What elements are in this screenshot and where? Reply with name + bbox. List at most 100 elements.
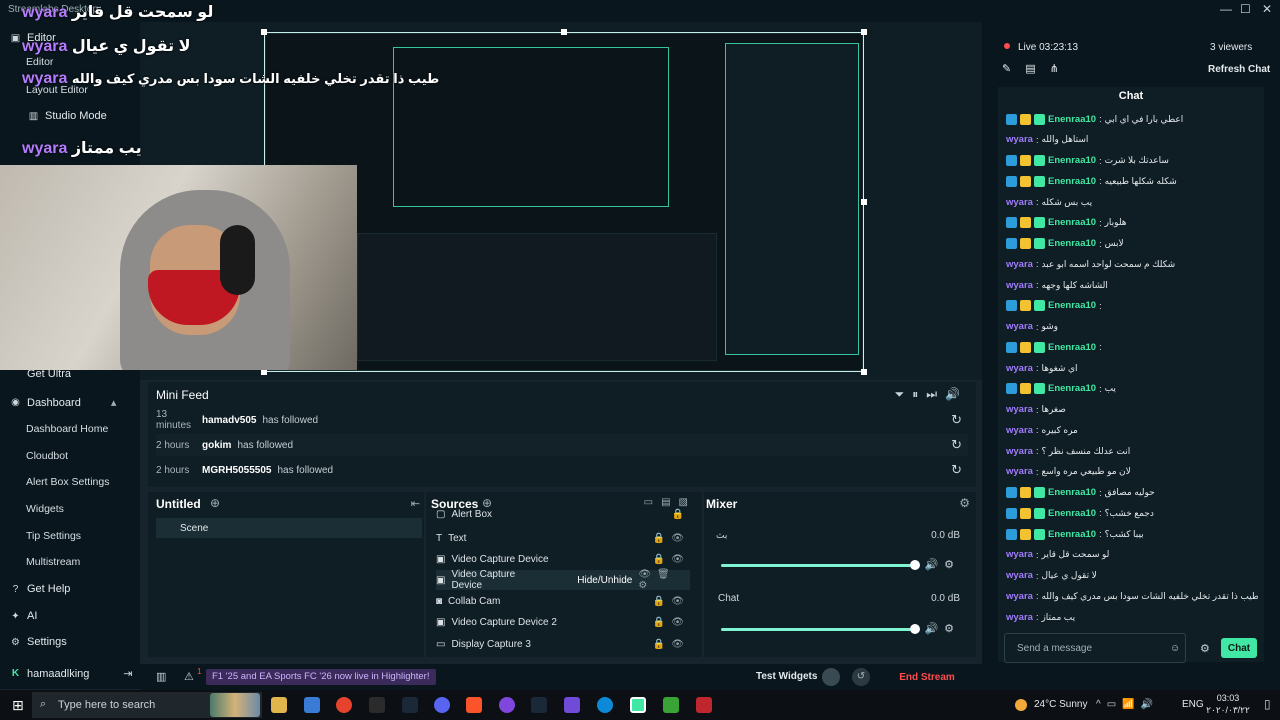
minimize-button[interactable]: —	[1220, 2, 1232, 16]
lock-visibility-icons[interactable]: 🔒👁	[653, 554, 690, 565]
scene-item[interactable]: Scene	[156, 518, 422, 538]
app-icon[interactable]	[369, 697, 385, 713]
sidebar-item-get-help[interactable]: ? Get Help	[10, 583, 71, 595]
sidebar-item-cloudbot[interactable]: Cloudbot	[26, 450, 68, 462]
sidebar-item-dashboard-home[interactable]: Dashboard Home	[26, 423, 108, 435]
mixer-settings-icon[interactable]: ⚙	[959, 496, 970, 510]
lock-visibility-icons[interactable]: 🔒👁	[653, 639, 690, 650]
notifications-icon[interactable]: ▯	[1264, 697, 1271, 711]
clock-date[interactable]: ٢٠٢٠/٠٣/٢٢	[1200, 705, 1256, 716]
volume-slider[interactable]	[721, 628, 915, 631]
close-button[interactable]: ✕	[1262, 2, 1272, 16]
chat-username[interactable]: Enenraa10	[1048, 176, 1096, 187]
sidebar-item-settings[interactable]: ⚙ Settings	[10, 636, 67, 648]
sidebar-item-dashboard[interactable]: ◉ Dashboard ▴	[10, 396, 116, 410]
refresh-icon[interactable]: ↻	[951, 412, 962, 428]
source-item[interactable]: ▣ Video Capture Device 🔒👁	[436, 549, 690, 569]
sidebar-item-multistream[interactable]: Multistream	[26, 556, 80, 568]
source-actions-icons[interactable]: 👁🗑⚙	[638, 569, 690, 591]
rec-button[interactable]	[822, 668, 840, 686]
maximize-button[interactable]: ☐	[1240, 2, 1251, 16]
lock-visibility-icons[interactable]: 🔒👁	[653, 596, 690, 607]
weather-text[interactable]: 24°C Sunny	[1034, 699, 1087, 710]
scene-collection-title[interactable]: Untitled	[156, 497, 201, 511]
clock-time[interactable]: 03:03	[1208, 693, 1248, 703]
logout-icon[interactable]: ⇥	[123, 667, 132, 680]
chat-username[interactable]: wyara	[1006, 549, 1033, 560]
chat-username[interactable]: wyara	[1006, 446, 1033, 457]
mini-feed-controls[interactable]: ⏷⏸⏭🔊	[895, 387, 968, 402]
chat-username[interactable]: Enenraa10	[1048, 114, 1096, 125]
chat-username[interactable]: Enenraa10	[1048, 238, 1096, 249]
source-item-selected[interactable]: ▣ Video Capture Device Hide/Unhide 👁🗑⚙	[436, 569, 690, 591]
edge-icon[interactable]	[597, 697, 613, 713]
sidebar-item-ai[interactable]: ✦ AI	[10, 610, 37, 622]
app-icon[interactable]	[499, 697, 515, 713]
chat-username[interactable]: wyara	[1006, 321, 1033, 332]
app-icon[interactable]	[564, 697, 580, 713]
chat-username[interactable]: wyara	[1006, 134, 1033, 145]
webcam-feed[interactable]	[0, 165, 357, 370]
volume-slider[interactable]	[721, 564, 915, 567]
steam-icon[interactable]	[531, 697, 547, 713]
add-scene-icon[interactable]: ⊕	[210, 496, 220, 510]
chat-username[interactable]: wyara	[1006, 280, 1033, 291]
chat-username[interactable]: Enenraa10	[1048, 383, 1096, 394]
source-item[interactable]: ▭ Display Capture 3 🔒👁	[436, 634, 690, 654]
refresh-icon[interactable]: ↻	[951, 437, 962, 453]
source-item[interactable]: ▣ Video Capture Device 2 🔒👁	[436, 612, 690, 632]
chat-username[interactable]: Enenraa10	[1048, 217, 1096, 228]
lock-visibility-icons[interactable]: 🔒👁	[653, 533, 690, 544]
tray-icons[interactable]: ^▭📶🔊	[1096, 699, 1159, 710]
lock-visibility-icons[interactable]: 🔒	[672, 509, 690, 520]
mute-settings-icons[interactable]: 🔊⚙	[924, 558, 960, 571]
chat-username[interactable]: Enenraa10	[1048, 155, 1096, 166]
chat-username[interactable]: wyara	[1006, 363, 1033, 374]
store-icon[interactable]	[304, 697, 320, 713]
chat-tools-icons[interactable]: ✎▤⋔	[1002, 62, 1073, 75]
alert-icon[interactable]: ⚠	[184, 670, 194, 683]
volume-knob[interactable]	[910, 560, 920, 570]
streamlabs-icon[interactable]	[630, 697, 646, 713]
chat-username[interactable]: Enenraa10	[1048, 300, 1096, 311]
chat-username[interactable]: Enenraa10	[1048, 342, 1096, 353]
source-item[interactable]: ▢ Alert Box 🔒	[436, 508, 690, 520]
stats-icon[interactable]: ▥	[156, 670, 166, 683]
replay-buffer-icon[interactable]: ↺	[852, 668, 870, 686]
emoji-icon[interactable]: ☺	[1170, 643, 1180, 654]
source-folder-icons[interactable]: ▭▤▧	[644, 497, 696, 508]
windows-start-icon[interactable]: ⊞	[12, 697, 24, 714]
volume-knob[interactable]	[910, 624, 920, 634]
mute-settings-icons[interactable]: 🔊⚙	[924, 622, 960, 635]
source-item[interactable]: T Text 🔒👁	[436, 528, 690, 548]
chat-username[interactable]: wyara	[1006, 466, 1033, 477]
highlighter-promo[interactable]: F1 '25 and EA Sports FC '26 now live in …	[206, 669, 436, 685]
sidebar-user[interactable]: Khamaadlking ⇥	[10, 667, 133, 681]
chat-input[interactable]: Send a message	[1004, 633, 1186, 663]
file-explorer-icon[interactable]	[271, 697, 287, 713]
chat-username[interactable]: wyara	[1006, 612, 1033, 623]
sidebar-item-alert-box-settings[interactable]: Alert Box Settings	[26, 476, 109, 488]
chat-settings-icon[interactable]: ⚙	[1200, 642, 1210, 655]
chat-username[interactable]: Enenraa10	[1048, 508, 1096, 519]
chat-username[interactable]: wyara	[1006, 197, 1033, 208]
refresh-chat-button[interactable]: Refresh Chat	[1208, 64, 1270, 75]
chat-username[interactable]: wyara	[1006, 570, 1033, 581]
steam-icon[interactable]	[402, 697, 418, 713]
chrome-icon[interactable]	[336, 697, 352, 713]
chat-username[interactable]: wyara	[1006, 591, 1033, 602]
chat-username[interactable]: Enenraa10	[1048, 487, 1096, 498]
chat-username[interactable]: wyara	[1006, 259, 1033, 270]
sidebar-item-tip-settings[interactable]: Tip Settings	[26, 530, 81, 542]
source-item[interactable]: ◙ Collab Cam 🔒👁	[436, 591, 690, 611]
chat-username[interactable]: wyara	[1006, 404, 1033, 415]
discord-icon[interactable]	[434, 697, 450, 713]
refresh-icon[interactable]: ↻	[951, 462, 962, 478]
lock-visibility-icons[interactable]: 🔒👁	[653, 617, 690, 628]
test-widgets-button[interactable]: Test Widgets	[756, 671, 817, 682]
chat-username[interactable]: wyara	[1006, 425, 1033, 436]
chat-username[interactable]: Enenraa10	[1048, 529, 1096, 540]
end-stream-button[interactable]: End Stream	[890, 668, 964, 686]
scene-transition-icon[interactable]: ⇤	[411, 497, 420, 510]
sidebar-item-widgets[interactable]: Widgets	[26, 503, 64, 515]
